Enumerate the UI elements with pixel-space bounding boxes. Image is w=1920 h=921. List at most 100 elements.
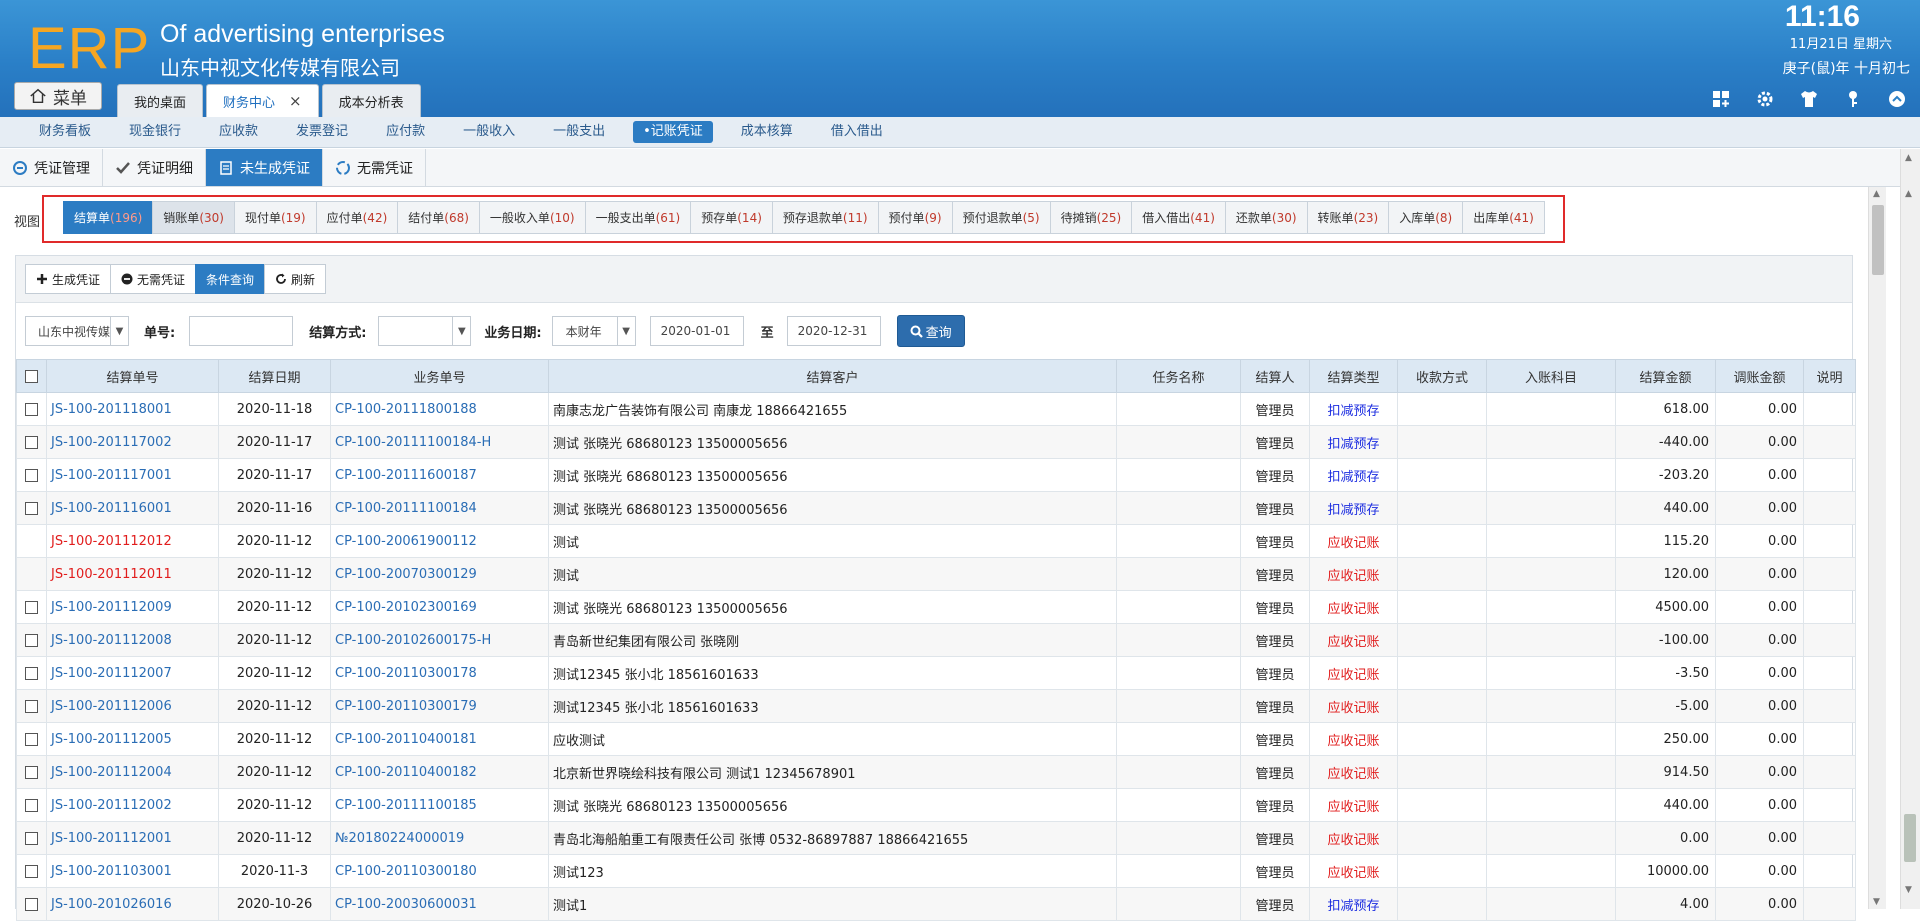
settlement-no-link[interactable]: JS-100-201112004 <box>46 755 219 789</box>
subnav-no-voucher-needed[interactable]: 无需凭证 <box>323 149 426 186</box>
module-receivable[interactable]: 应收款 <box>200 121 277 143</box>
row-checkbox[interactable] <box>16 491 47 525</box>
company-select[interactable]: 山东中视传媒 ▼ <box>25 316 129 346</box>
module-finance-dashboard[interactable]: 财务看板 <box>20 121 110 143</box>
settlement-no-link-text[interactable]: JS-100-201103001 <box>51 864 172 879</box>
table-row[interactable]: JS-100-201103001 2020-11-3 CP-100-20110300… <box>16 854 1856 888</box>
row-checkbox[interactable] <box>16 887 47 921</box>
table-row[interactable]: JS-100-201117001 2020-11-17 CP-100-2011160… <box>16 458 1856 492</box>
view-tab-cash-pay[interactable]: 现付单 (19) <box>233 201 317 234</box>
column-header[interactable]: 结算人 <box>1240 359 1310 393</box>
table-row[interactable]: JS-100-201026016 2020-10-26 CP-100-2003060… <box>16 887 1856 921</box>
column-header[interactable]: 业务单号 <box>330 359 549 393</box>
settlement-no-link[interactable]: JS-100-201112008 <box>46 623 219 657</box>
table-row[interactable]: JS-100-201112002 2020-11-12 CP-100-2011110… <box>16 788 1856 822</box>
column-header[interactable]: 结算客户 <box>548 359 1117 393</box>
biz-no-link-text[interactable]: №20180224000019 <box>335 831 464 846</box>
main-menu-button[interactable]: 菜单 <box>14 82 102 110</box>
biz-no-link-text[interactable]: CP-100-20110400182 <box>335 765 477 780</box>
view-tab-prestore-refund[interactable]: 预存退款单 (11) <box>771 201 879 234</box>
table-row[interactable]: JS-100-201112009 2020-11-12 CP-100-2010230… <box>16 590 1856 624</box>
table-row[interactable]: JS-100-201116001 2020-11-16 CP-100-2011110… <box>16 491 1856 525</box>
column-header[interactable]: 收款方式 <box>1397 359 1487 393</box>
scroll-down-icon[interactable]: ▼ <box>1905 885 1912 895</box>
biz-no-link-text[interactable]: CP-100-20111800188 <box>335 402 477 417</box>
view-tab-settlement[interactable]: 结算单 (196) <box>63 201 154 234</box>
table-row[interactable]: JS-100-201118001 2020-11-18 CP-100-2011180… <box>16 392 1856 426</box>
table-row[interactable]: JS-100-201112006 2020-11-12 CP-100-2011030… <box>16 689 1856 723</box>
close-icon[interactable]: × <box>289 92 302 110</box>
row-checkbox[interactable] <box>16 425 47 459</box>
scroll-thumb[interactable] <box>1904 814 1916 862</box>
row-checkbox[interactable] <box>16 590 47 624</box>
settlement-no-link[interactable]: JS-100-201112007 <box>46 656 219 690</box>
view-tab-general-income[interactable]: 一般收入单 (10) <box>478 201 586 234</box>
biz-no-link-text[interactable]: CP-100-20102300169 <box>335 600 477 615</box>
settlement-no-link[interactable]: JS-100-201112012 <box>46 524 219 558</box>
row-checkbox[interactable] <box>16 854 47 888</box>
settlement-no-link-text[interactable]: JS-100-201112002 <box>51 798 172 813</box>
view-tab-general-expense[interactable]: 一般支出单 (61) <box>584 201 692 234</box>
view-tab-prepay[interactable]: 预付单 (9) <box>877 201 953 234</box>
view-tab-writeoff[interactable]: 销账单 (30) <box>152 201 235 234</box>
settle-method-select[interactable]: ▼ <box>378 316 472 346</box>
settlement-no-link-text[interactable]: JS-100-201112008 <box>51 633 172 648</box>
module-cost-accounting[interactable]: 成本核算 <box>722 121 812 143</box>
row-checkbox[interactable] <box>16 656 47 690</box>
biz-no-link[interactable]: CP-100-20070300129 <box>330 557 549 591</box>
date-to-input[interactable]: 2020-12-31 <box>786 316 881 346</box>
module-cash-bank[interactable]: 现金银行 <box>110 121 200 143</box>
tab-my-desktop[interactable]: 我的桌面 <box>117 84 204 117</box>
inner-scrollbar[interactable]: ▲ ▼ <box>1868 187 1886 909</box>
biz-no-link[interactable]: CP-100-20111600187 <box>330 458 549 492</box>
module-borrow-lend[interactable]: 借入借出 <box>812 121 902 143</box>
condition-query-button[interactable]: 条件查询 <box>195 264 266 294</box>
biz-no-link-text[interactable]: CP-100-20110300178 <box>335 666 477 681</box>
settlement-no-link-text[interactable]: JS-100-201112004 <box>51 765 172 780</box>
settlement-no-link[interactable]: JS-100-201112001 <box>46 821 219 855</box>
settlement-no-link-text[interactable]: JS-100-201116001 <box>51 501 172 516</box>
date-from-input[interactable]: 2020-01-01 <box>649 316 744 346</box>
view-tab-prepay-refund[interactable]: 预付退款单 (5) <box>951 201 1051 234</box>
tab-cost-analysis[interactable]: 成本分析表 <box>321 84 421 117</box>
table-row[interactable]: JS-100-201112012 2020-11-12 CP-100-2006190… <box>16 524 1856 558</box>
biz-no-link[interactable]: CP-100-20110400182 <box>330 755 549 789</box>
settlement-no-link[interactable]: JS-100-201117001 <box>46 458 219 492</box>
view-tab-amortize[interactable]: 待摊销 (25) <box>1049 201 1133 234</box>
module-invoice[interactable]: 发票登记 <box>277 121 367 143</box>
biz-no-link[interactable]: CP-100-20110300180 <box>330 854 549 888</box>
biz-no-link[interactable]: CP-100-20030600031 <box>330 887 549 921</box>
column-header[interactable]: 结算类型 <box>1309 359 1398 393</box>
column-header[interactable]: 说明 <box>1803 359 1856 393</box>
table-row[interactable]: JS-100-201112004 2020-11-12 CP-100-2011040… <box>16 755 1856 789</box>
module-general-expense[interactable]: 一般支出 <box>534 121 624 143</box>
biz-no-link-text[interactable]: CP-100-20110300180 <box>335 864 477 879</box>
period-select[interactable]: 本财年 ▼ <box>551 316 636 346</box>
settlement-no-link[interactable]: JS-100-201118001 <box>46 392 219 426</box>
row-checkbox[interactable] <box>16 392 47 426</box>
scroll-up-icon[interactable]: ▲ <box>1873 189 1880 199</box>
settlement-no-link-text[interactable]: JS-100-201112009 <box>51 600 172 615</box>
subnav-voucher-management[interactable]: 凭证管理 <box>0 149 103 186</box>
row-checkbox[interactable] <box>16 623 47 657</box>
settlement-no-link-text[interactable]: JS-100-201117001 <box>51 468 172 483</box>
doc-no-input[interactable] <box>189 316 294 346</box>
subnav-voucher-detail[interactable]: 凭证明细 <box>103 149 206 186</box>
column-header[interactable]: 入账科目 <box>1486 359 1616 393</box>
biz-no-link-text[interactable]: CP-100-20111100184-H <box>335 435 491 450</box>
settlement-no-link-text[interactable]: JS-100-201112001 <box>51 831 172 846</box>
row-checkbox[interactable] <box>16 722 47 756</box>
view-tab-stock-in[interactable]: 入库单 (8) <box>1388 201 1464 234</box>
settlement-no-link-text[interactable]: JS-100-201112007 <box>51 666 172 681</box>
settlement-no-link[interactable]: JS-100-201112002 <box>46 788 219 822</box>
view-tab-payable[interactable]: 应付单 (42) <box>315 201 399 234</box>
row-checkbox[interactable] <box>16 821 47 855</box>
settlement-no-link-text[interactable]: JS-100-201117002 <box>51 435 172 450</box>
table-row[interactable]: JS-100-201112005 2020-11-12 CP-100-2011040… <box>16 722 1856 756</box>
module-general-income[interactable]: 一般收入 <box>444 121 534 143</box>
column-header[interactable]: 结算金额 <box>1615 359 1716 393</box>
module-vouchers[interactable]: •记账凭证 <box>633 121 713 143</box>
column-header[interactable]: 任务名称 <box>1116 359 1241 393</box>
settlement-no-link[interactable]: JS-100-201116001 <box>46 491 219 525</box>
module-payable[interactable]: 应付款 <box>367 121 444 143</box>
